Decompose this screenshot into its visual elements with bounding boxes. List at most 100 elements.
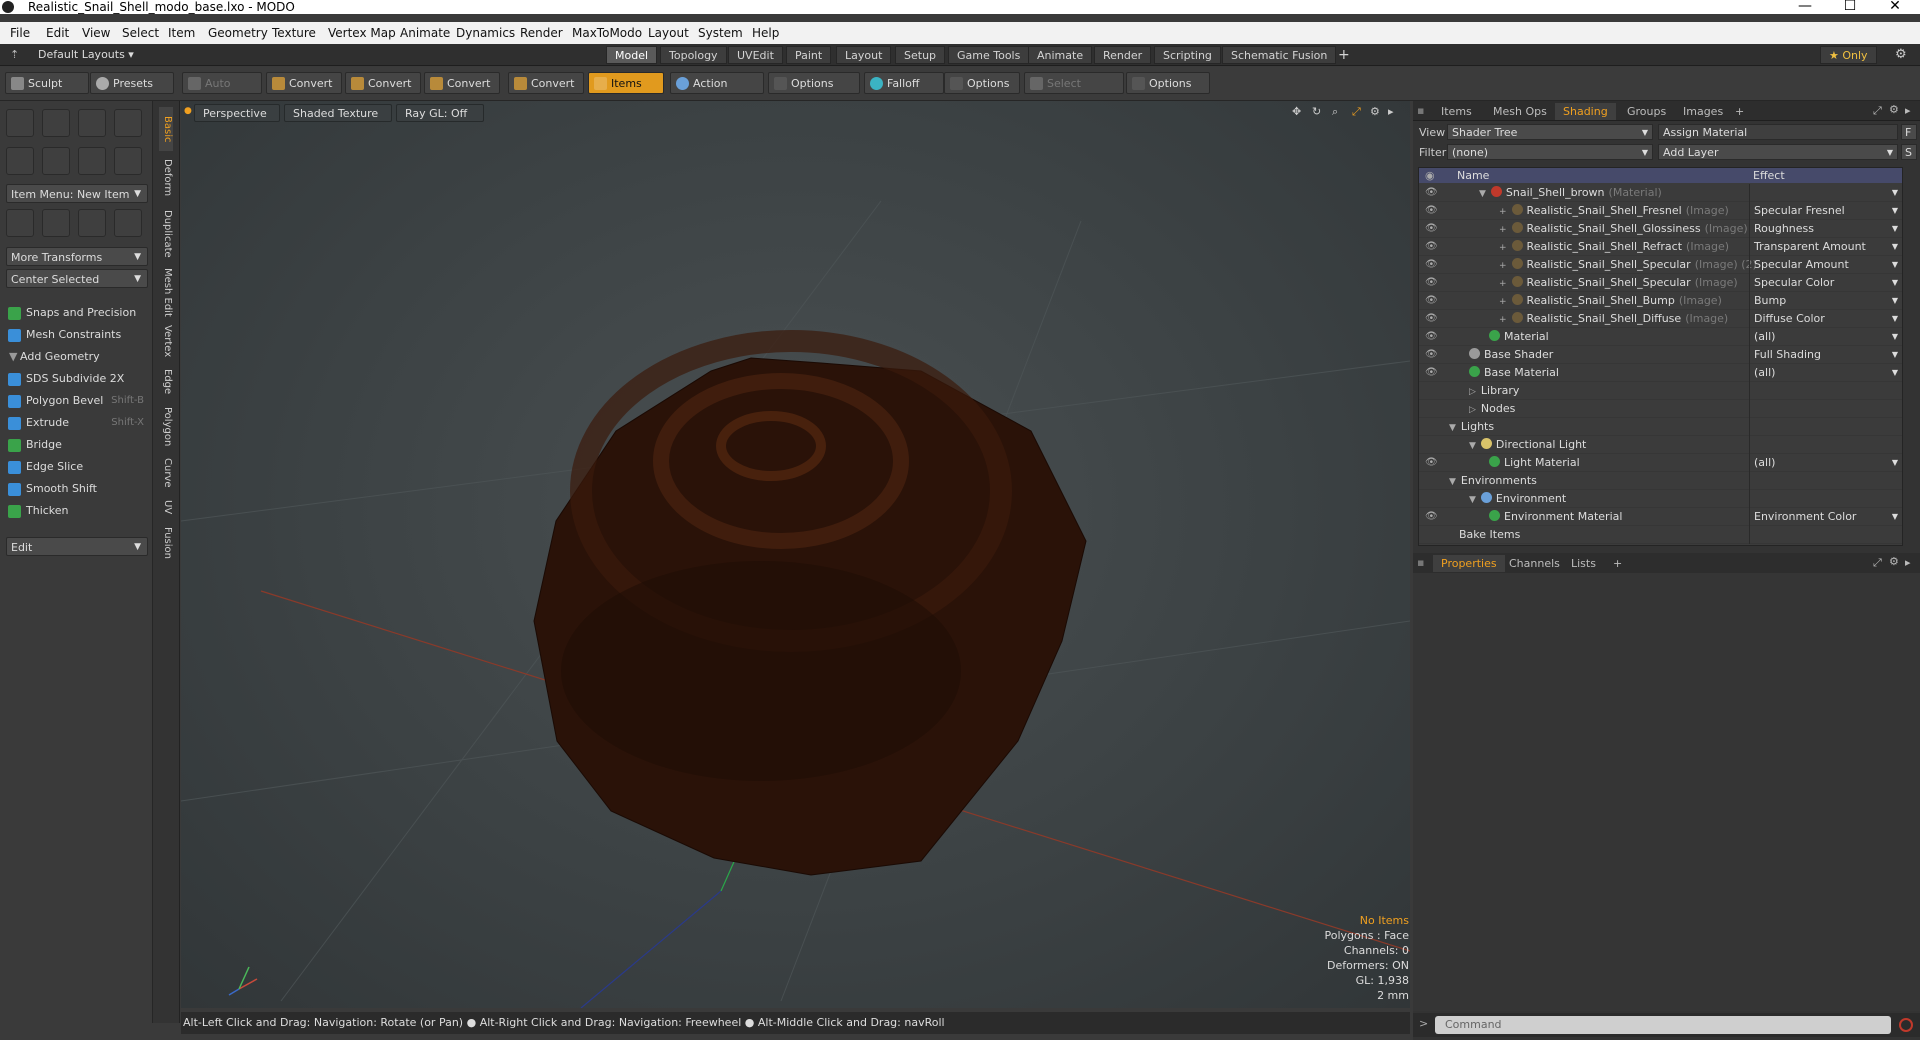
presets-button[interactable]: Presets F6 [90, 72, 174, 112]
tab-uvedit[interactable]: UVEdit [728, 46, 783, 64]
sds-subdivide-button[interactable]: SDS Subdivide 2X [6, 369, 148, 389]
snaps-precision-button[interactable]: Snaps and Precision [6, 303, 148, 323]
menu-edit[interactable]: Edit [46, 26, 69, 40]
capsule-icon[interactable] [42, 147, 70, 175]
tab-model[interactable]: Model [606, 46, 658, 64]
vtab-edge[interactable]: Edge [159, 365, 173, 399]
visibility-eye-icon[interactable]: 👁 [1425, 457, 1438, 469]
mesh-constraints-button[interactable]: Mesh Constraints [6, 325, 148, 345]
shader-tree-row[interactable]: ▷ Library [1419, 382, 1902, 400]
expand-toggle-icon[interactable]: + [1499, 225, 1507, 235]
props-more-icon[interactable]: ▸ [1905, 556, 1911, 569]
bridge-button[interactable]: Bridge [6, 435, 148, 455]
effect-cell[interactable]: (all) ▼ [1749, 454, 1902, 472]
tab-images[interactable]: Images [1675, 103, 1731, 120]
vtab-basic[interactable]: Basic [159, 107, 173, 151]
effect-dropdown-icon[interactable]: ▼ [1892, 202, 1898, 220]
expand-toggle-icon[interactable]: + [1499, 207, 1507, 217]
props-expand-icon[interactable]: ⤢ [1873, 556, 1882, 570]
effect-cell[interactable]: Specular Amount ▼ [1749, 256, 1902, 274]
vtab-vertex[interactable]: Vertex [159, 321, 173, 361]
select-options-button[interactable]: Options [1126, 72, 1210, 94]
viewport-expand-icon[interactable]: ▸ [1388, 105, 1394, 118]
layout-lock-icon[interactable]: ⇡ [10, 48, 19, 61]
effect-cell[interactable]: Bump ▼ [1749, 292, 1902, 310]
auto-select-button[interactable]: Auto Select [182, 72, 262, 112]
cone-icon[interactable] [114, 109, 142, 137]
visibility-eye-icon[interactable]: 👁 [1425, 331, 1438, 343]
tab-channels[interactable]: Channels [1501, 555, 1568, 572]
shader-tree-row[interactable]: 👁 ▼ Snail_Shell_brown (Material) ▼ [1419, 184, 1902, 202]
effect-cell[interactable]: Roughness ▼ [1749, 220, 1902, 238]
record-icon[interactable] [1899, 1018, 1913, 1032]
smooth-shift-button[interactable]: Smooth Shift [6, 479, 148, 499]
f-button[interactable]: F [1901, 124, 1917, 140]
expand-toggle-icon[interactable]: + [1499, 261, 1507, 271]
panel-settings-icon[interactable]: ⚙ [1889, 103, 1899, 116]
effect-cell[interactable]: Diffuse Color ▼ [1749, 310, 1902, 328]
visibility-eye-icon[interactable]: 👁 [1425, 187, 1438, 199]
maximize-view-icon[interactable]: ⤢ [1352, 105, 1361, 119]
effect-dropdown-icon[interactable]: ▼ [1892, 346, 1898, 364]
convert-material-button[interactable]: Convert [508, 72, 584, 94]
assign-material-button[interactable]: Assign Material [1658, 124, 1898, 140]
item-menu-dropdown[interactable]: Item Menu: New Item ▼ [6, 184, 148, 203]
tab-paint[interactable]: Paint [786, 46, 832, 64]
effect-dropdown-icon[interactable]: ▼ [1892, 220, 1898, 238]
default-layouts-dropdown[interactable]: Default Layouts ▾ [38, 48, 134, 61]
expand-toggle-icon[interactable]: ▷ [1469, 387, 1476, 397]
filter-dropdown[interactable]: (none) ▼ [1447, 144, 1653, 160]
shader-tree[interactable]: ◉ Name Effect 👁 ▼ Snail_Shell_brown (Materi… [1418, 167, 1903, 546]
sphere-icon[interactable] [42, 109, 70, 137]
effect-cell[interactable]: Full Shading ▼ [1749, 346, 1902, 364]
menu-vertex-map[interactable]: Vertex Map [328, 26, 396, 40]
expand-toggle-icon[interactable]: + [1499, 279, 1507, 289]
vtab-polygon[interactable]: Polygon [159, 403, 173, 451]
shader-tree-row[interactable]: 👁 Environment Material Environment Color ▼ [1419, 508, 1902, 526]
view-dropdown[interactable]: Shader Tree ▼ [1447, 124, 1653, 140]
effect-cell[interactable]: (all) ▼ [1749, 328, 1902, 346]
shader-tree-row[interactable]: ▷ Nodes [1419, 400, 1902, 418]
shader-tree-row[interactable]: ▼ Environments [1419, 472, 1902, 490]
viewport-menu-icon[interactable]: ● [184, 106, 192, 116]
rotate-icon[interactable]: ↻ [1312, 105, 1321, 118]
props-settings-icon[interactable]: ⚙ [1889, 555, 1899, 568]
menu-geometry[interactable]: Geometry [208, 26, 268, 40]
effect-cell[interactable]: Specular Color ▼ [1749, 274, 1902, 292]
action-center-options-button[interactable]: Options [768, 72, 860, 94]
effect-cell[interactable]: Transparent Amount ▼ [1749, 238, 1902, 256]
polygon-bevel-button[interactable]: Polygon Bevel Shift-B [6, 391, 148, 411]
tab-layout[interactable]: Layout [836, 46, 892, 64]
vtab-curve[interactable]: Curve [159, 455, 173, 491]
menu-item[interactable]: Item [168, 26, 195, 40]
shader-tree-row[interactable]: 👁 + Realistic_Snail_Shell_Fresnel (Image) Sp… [1419, 202, 1902, 220]
effect-column-header[interactable]: Effect [1753, 168, 1785, 183]
panel-expand-icon[interactable]: ⤢ [1873, 104, 1882, 118]
shader-tree-row[interactable]: 👁 + Realistic_Snail_Shell_Diffuse (Image) Di… [1419, 310, 1902, 328]
menu-system[interactable]: System [698, 26, 743, 40]
vtab-mesh-edit[interactable]: Mesh Edit [159, 267, 173, 317]
menu-select[interactable]: Select [122, 26, 159, 40]
add-geometry-section[interactable]: ▼ Add Geometry [6, 347, 148, 367]
tab-setup[interactable]: Setup [895, 46, 946, 64]
falloff-button[interactable]: Falloff [864, 72, 944, 94]
menu-layout[interactable]: Layout [648, 26, 689, 40]
name-column-header[interactable]: Name [1457, 168, 1489, 183]
shader-tree-row[interactable]: 👁 + Realistic_Snail_Shell_Specular (Image) S… [1419, 274, 1902, 292]
expand-toggle-icon[interactable]: ▼ [1469, 495, 1476, 505]
sculpt-button[interactable]: Sculpt [5, 72, 89, 94]
expand-toggle-icon[interactable]: ▼ [1449, 423, 1456, 433]
text-icon[interactable] [114, 147, 142, 175]
thicken-button[interactable]: Thicken [6, 501, 148, 521]
maximize-button[interactable]: ☐ [1835, 0, 1865, 13]
convert-edge-button[interactable]: Convert [345, 72, 421, 94]
tab-render[interactable]: Render [1094, 46, 1152, 64]
shader-tree-row[interactable]: ▼ Environment [1419, 490, 1902, 508]
cube-icon[interactable] [6, 109, 34, 137]
edit-dropdown[interactable]: Edit ▼ [6, 537, 148, 556]
expand-toggle-icon[interactable]: ▼ [1479, 189, 1486, 199]
menu-view[interactable]: View [82, 26, 110, 40]
select-through-button[interactable]: Select Through [1024, 72, 1124, 112]
raygl-toggle[interactable]: Ray GL: Off [396, 104, 484, 122]
tab-properties[interactable]: Properties [1433, 555, 1505, 572]
